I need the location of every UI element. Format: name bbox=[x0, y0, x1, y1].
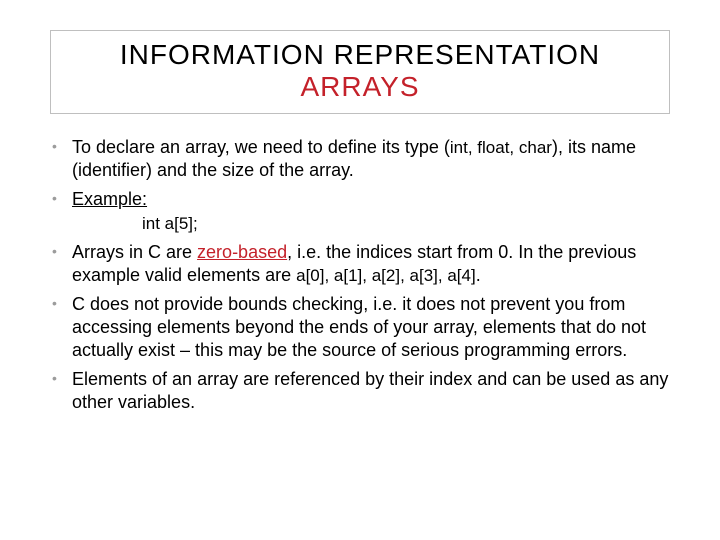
slide: INFORMATION REPRESENTATION ARRAYS To dec… bbox=[0, 0, 720, 540]
title-line1: INFORMATION REPRESENTATION bbox=[71, 39, 649, 71]
bullet-3: Arrays in C are zero-based, i.e. the ind… bbox=[48, 241, 680, 287]
example-code: int a[5]; bbox=[72, 213, 680, 235]
bullet-3-zero-based: zero-based bbox=[197, 242, 287, 262]
bullet-4: C does not provide bounds checking, i.e.… bbox=[48, 293, 680, 362]
bullet-2-label: Example: bbox=[72, 189, 147, 209]
bullet-3-text-e: . bbox=[476, 265, 481, 285]
title-line2: ARRAYS bbox=[71, 71, 649, 103]
bullet-3-text-a: Arrays in C are bbox=[72, 242, 197, 262]
bullet-4-text: C does not provide bounds checking, i.e.… bbox=[72, 294, 646, 360]
bullet-1-text-a: To declare an array, we need to define i… bbox=[72, 137, 450, 157]
bullet-1: To declare an array, we need to define i… bbox=[48, 136, 680, 182]
title-box: INFORMATION REPRESENTATION ARRAYS bbox=[50, 30, 670, 114]
bullet-2: Example: int a[5]; bbox=[48, 188, 680, 235]
bullet-3-elements: a[0], a[1], a[2], a[3], a[4] bbox=[296, 266, 476, 285]
bullet-5-text: Elements of an array are referenced by t… bbox=[72, 369, 668, 412]
bullet-list: To declare an array, we need to define i… bbox=[40, 136, 680, 414]
bullet-5: Elements of an array are referenced by t… bbox=[48, 368, 680, 414]
bullet-1-types: int, float, char bbox=[450, 138, 552, 157]
